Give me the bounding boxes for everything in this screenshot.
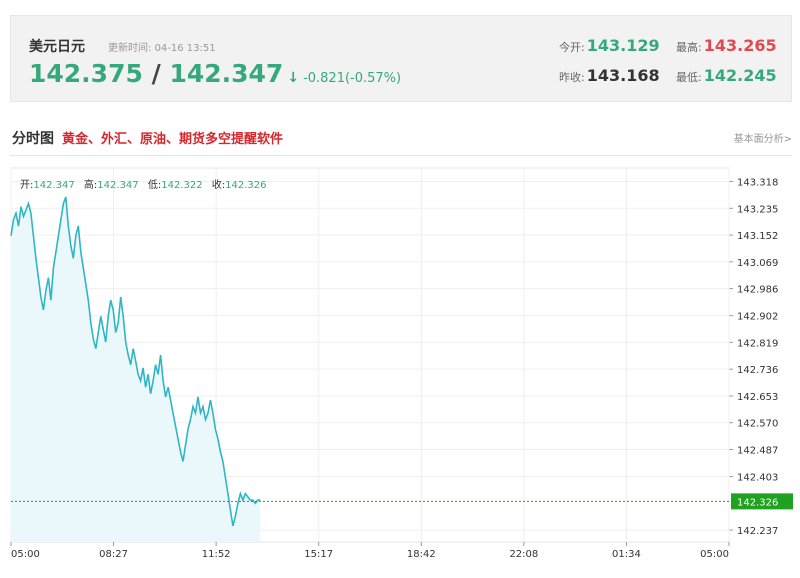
ohlc-close: 142.326	[225, 180, 267, 191]
x-tick-label: 05:00	[11, 549, 40, 560]
y-tick-label: 142.570	[737, 419, 778, 430]
ohlc-close-label: 收:	[211, 180, 226, 191]
y-tick-label: 142.986	[737, 285, 778, 296]
ohlc-low: 142.322	[161, 180, 203, 191]
x-tick-label: 18:42	[407, 549, 436, 560]
y-tick-label: 143.069	[737, 258, 778, 269]
x-tick-label: 08:27	[99, 549, 128, 560]
ohlc-high: 142.347	[97, 180, 139, 191]
y-tick-label: 143.318	[737, 178, 778, 189]
x-tick-label: 11:52	[202, 549, 231, 560]
y-tick-label: 142.902	[737, 312, 778, 323]
y-tick-label: 142.487	[737, 445, 778, 456]
y-tick-label: 142.237	[737, 526, 778, 537]
ohlc-low-label: 低:	[147, 180, 162, 191]
x-tick-label: 01:34	[612, 549, 641, 560]
y-tick-label: 142.653	[737, 392, 778, 403]
ohlc-open: 142.347	[33, 180, 75, 191]
x-tick-label: 05:00	[700, 549, 729, 560]
ohlc-open-label: 开:	[20, 180, 34, 191]
ohlc-high-label: 高:	[83, 180, 98, 191]
intraday-chart: 143.318 143.235 143.152 143.069 142.986 142.9…	[10, 167, 793, 560]
x-tick-label: 22:08	[509, 549, 538, 560]
y-tick-label: 142.736	[737, 365, 778, 376]
y-tick-label: 143.235	[737, 204, 778, 215]
y-tick-label: 143.152	[737, 231, 778, 242]
ohlc-readout: 开:142.347 高:142.347 低:142.322 收:142.326	[20, 176, 273, 191]
y-tick-label: 142.819	[737, 338, 778, 349]
y-tick-label: 142.403	[737, 473, 778, 484]
x-tick-label: 15:17	[304, 549, 333, 560]
current-price-label: 142.326	[737, 497, 778, 508]
